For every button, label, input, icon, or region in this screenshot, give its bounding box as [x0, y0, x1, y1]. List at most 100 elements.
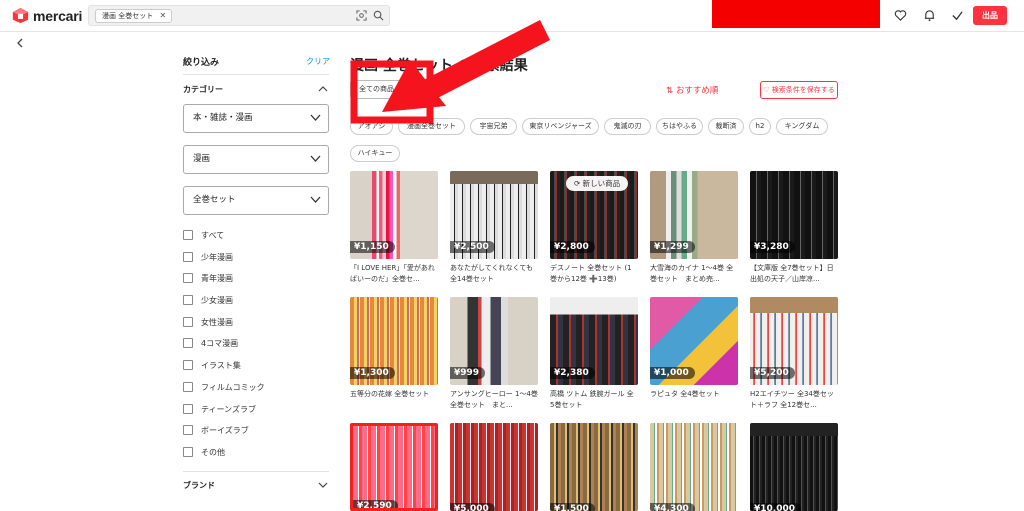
- checkbox[interactable]: [183, 382, 193, 392]
- checkbox[interactable]: [183, 447, 193, 457]
- price-badge: ¥2,500: [450, 241, 495, 253]
- checkbox[interactable]: [183, 425, 193, 435]
- keyword-tag[interactable]: ハイキュー: [350, 145, 400, 162]
- product-image[interactable]: ¥1,000: [650, 297, 738, 385]
- category-select-3[interactable]: 全巻セット: [183, 186, 329, 215]
- keyword-tag[interactable]: 裁断済: [708, 118, 744, 135]
- checkbox-label: イラスト集: [201, 360, 241, 370]
- checkbox-row[interactable]: すべて: [183, 229, 224, 241]
- product-title[interactable]: デスノート 全巻セット (1巻から12巻 ➕13巻): [550, 263, 638, 285]
- product-image[interactable]: ¥1,500: [550, 423, 638, 511]
- checkbox[interactable]: [183, 404, 193, 414]
- price-badge: ¥999: [450, 367, 486, 379]
- new-item-badge-label: 新しい商品: [582, 179, 621, 188]
- price-badge: ¥1,299: [650, 241, 695, 253]
- search-chip-label: 漫画 全巻セット: [102, 12, 154, 20]
- mercari-logo-icon: [12, 7, 29, 24]
- search-keyword-chip[interactable]: 漫画 全巻セット ✕: [95, 9, 173, 23]
- product-image[interactable]: ¥999: [450, 297, 538, 385]
- price-badge: ¥1,500: [550, 503, 595, 511]
- product-image[interactable]: ¥4,300: [650, 423, 738, 511]
- category-select-2[interactable]: 漫画: [183, 145, 329, 174]
- checkbox-label: すべて: [201, 230, 225, 240]
- product-title[interactable]: 大雪海のカイナ 1〜4巻 全巻セット まとめ売...: [650, 263, 738, 285]
- checkbox-row[interactable]: ボーイズラブ: [183, 424, 249, 436]
- checkbox-row[interactable]: その他: [183, 446, 225, 458]
- product-title[interactable]: H2エイチツー 全34巻セット＋ラフ 全12巻セ...: [750, 389, 838, 411]
- clear-filters-link[interactable]: クリア: [306, 56, 330, 67]
- product-image[interactable]: ¥3,280: [750, 171, 838, 259]
- checkbox-row[interactable]: 4コマ漫画: [183, 337, 238, 349]
- bell-icon[interactable]: [923, 9, 936, 22]
- checkbox-row[interactable]: 青年漫画: [183, 272, 233, 284]
- product-image[interactable]: ¥5,000: [450, 423, 538, 511]
- keyword-tag[interactable]: 鬼滅の刃: [604, 118, 651, 135]
- category-select-1[interactable]: 本・雑誌・漫画: [183, 104, 329, 133]
- checkbox-row[interactable]: 少女漫画: [183, 294, 233, 306]
- checkbox[interactable]: [183, 295, 193, 305]
- sidebar-divider: [183, 471, 329, 472]
- product-title[interactable]: ラピュタ 全4巻セット: [650, 389, 738, 400]
- save-search-button[interactable]: ♡ 検索条件を保存する: [760, 81, 838, 99]
- red-arrow-annotation: [350, 20, 550, 124]
- chevron-down-icon[interactable]: [318, 482, 328, 489]
- back-arrow-icon[interactable]: [14, 37, 26, 49]
- checkbox-label: 4コマ漫画: [201, 338, 239, 348]
- checkbox[interactable]: [183, 317, 193, 327]
- logo-text: mercari: [33, 7, 83, 24]
- product-image[interactable]: ¥10,000: [750, 423, 838, 511]
- checkbox[interactable]: [183, 230, 193, 240]
- heart-icon[interactable]: [894, 9, 907, 22]
- chevron-down-icon: [310, 114, 321, 121]
- product-title[interactable]: 高橋 ツトム 鉄腕ガール 全5巻セット: [550, 389, 638, 411]
- new-item-badge: ⟳ 新しい商品: [566, 176, 629, 191]
- checkbox-row[interactable]: イラスト集: [183, 359, 241, 371]
- product-image[interactable]: ¥1,300: [350, 297, 438, 385]
- keyword-tag[interactable]: ちはやふる: [656, 118, 703, 135]
- check-icon[interactable]: [951, 9, 964, 22]
- category-select-1-label: 本・雑誌・漫画: [193, 113, 253, 123]
- product-image[interactable]: ¥2,500: [450, 171, 538, 259]
- category-select-2-label: 漫画: [193, 154, 211, 164]
- product-image[interactable]: ¥1,299: [650, 171, 738, 259]
- price-badge: ¥1,150: [350, 241, 395, 253]
- checkbox-row[interactable]: 少年漫画: [183, 251, 233, 263]
- product-image[interactable]: ¥5,200: [750, 297, 838, 385]
- price-badge: ¥1,300: [350, 367, 395, 379]
- product-title[interactable]: アンサングヒーロー 1〜4巻 全巻セット まと...: [450, 389, 545, 411]
- product-title[interactable]: 「I LOVE HER」「愛があればいーのだ」全巻セ...: [350, 263, 438, 285]
- checkbox[interactable]: [183, 273, 193, 283]
- price-badge: ¥4,300: [650, 503, 695, 511]
- product-title[interactable]: 【文庫版 全7巻セット】日出処の天子／山岸凉...: [750, 263, 838, 285]
- product-title[interactable]: あなたがしてくれなくても 全14巻セット: [450, 263, 538, 285]
- checkbox-label: フィルムコミック: [201, 382, 265, 392]
- mercari-logo[interactable]: mercari: [12, 7, 82, 24]
- chevron-down-icon: [310, 196, 321, 203]
- chevron-down-icon: [310, 155, 321, 162]
- checkbox[interactable]: [183, 338, 193, 348]
- checkbox[interactable]: [183, 252, 193, 262]
- product-image[interactable]: ¥2,380: [550, 297, 638, 385]
- close-icon[interactable]: ✕: [160, 10, 167, 22]
- keyword-tag[interactable]: キングダム: [776, 118, 828, 135]
- checkbox-label: その他: [201, 447, 225, 457]
- checkbox-row[interactable]: 女性漫画: [183, 316, 233, 328]
- checkbox[interactable]: [183, 360, 193, 370]
- product-title[interactable]: 五等分の花嫁 全巻セット: [350, 389, 438, 400]
- sell-button[interactable]: 出品: [973, 6, 1007, 25]
- sidebar-divider: [183, 74, 329, 75]
- checkbox-label: ティーンズラブ: [201, 404, 256, 414]
- sort-select[interactable]: ⇅ おすすめ順: [666, 84, 718, 96]
- product-image[interactable]: ⟳ 新しい商品 ¥2,800: [550, 171, 638, 259]
- product-image[interactable]: ¥1,150: [350, 171, 438, 259]
- checkbox-row[interactable]: ティーンズラブ: [183, 403, 256, 415]
- checkbox-label: 女性漫画: [201, 317, 233, 327]
- price-badge: ¥2,380: [550, 367, 595, 379]
- checkbox-row[interactable]: フィルムコミック: [183, 381, 265, 393]
- chevron-up-icon[interactable]: [318, 85, 328, 92]
- price-badge: ¥2,800: [550, 241, 595, 253]
- price-badge: ¥1,000: [650, 367, 695, 379]
- keyword-tag[interactable]: h2: [749, 118, 771, 135]
- product-image[interactable]: ¥2,590: [350, 423, 438, 511]
- checkbox-label: 青年漫画: [201, 273, 233, 283]
